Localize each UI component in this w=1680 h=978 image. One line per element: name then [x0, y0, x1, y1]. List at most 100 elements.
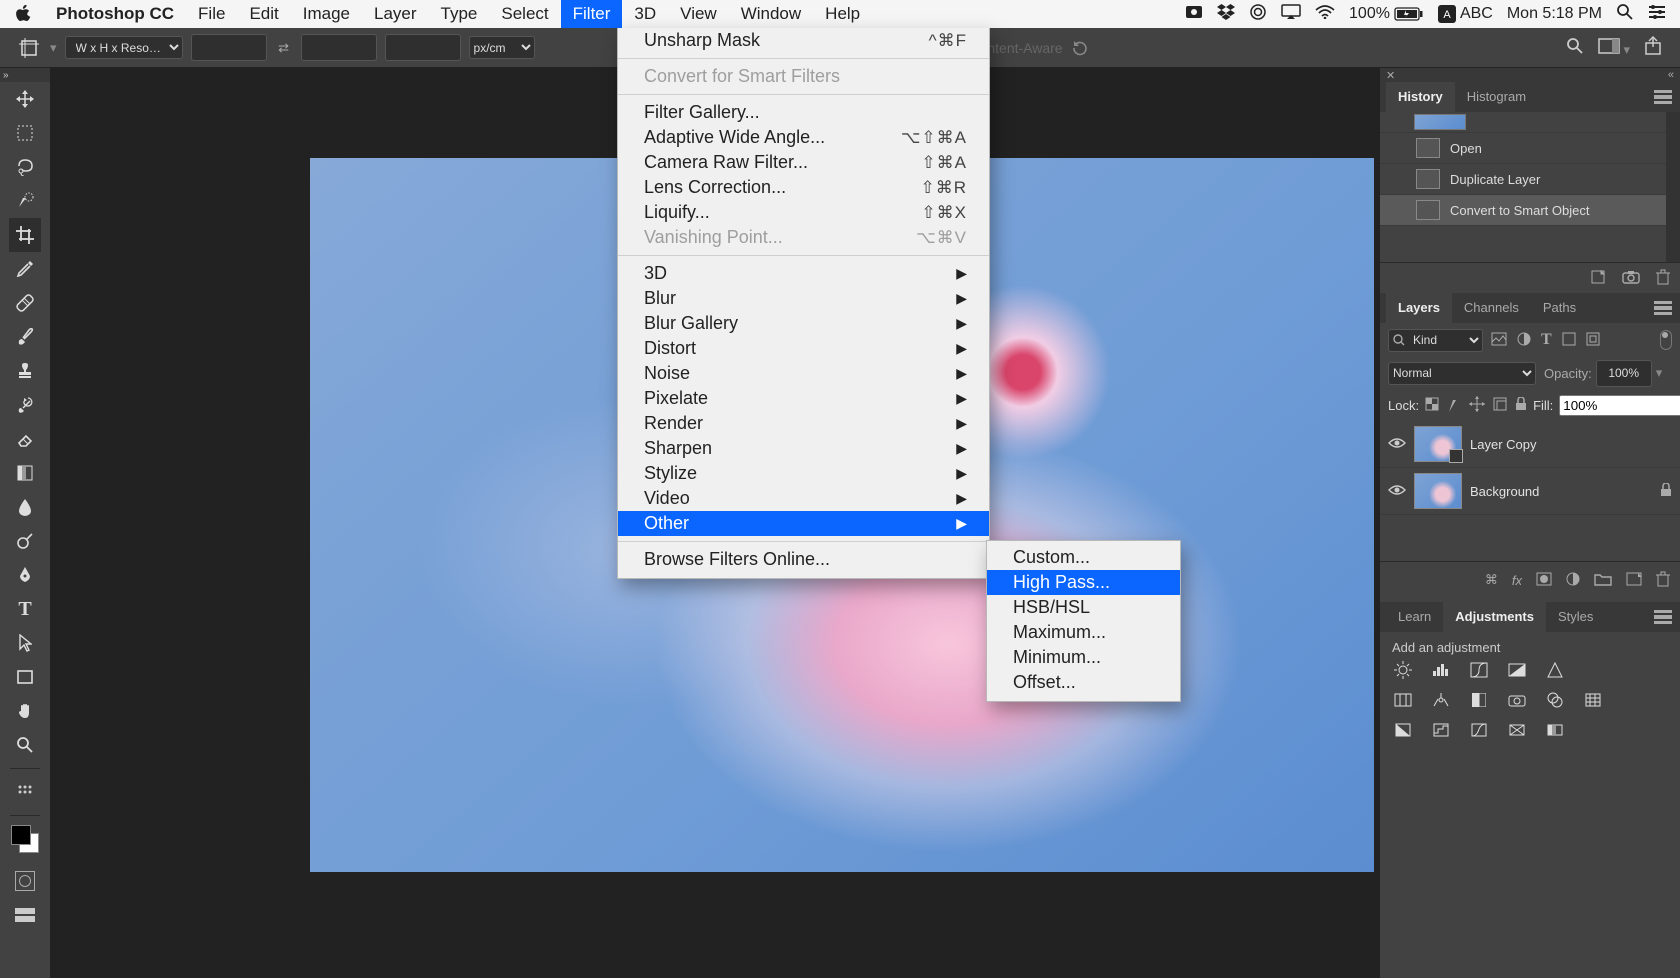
filter-adjust-icon[interactable] [1517, 332, 1531, 349]
crop-unit-select[interactable]: px/cm [469, 36, 535, 59]
adj-levels-icon[interactable] [1430, 661, 1452, 679]
menu-view[interactable]: View [668, 0, 729, 28]
options-doclayout-icon[interactable]: ▾ [1598, 38, 1630, 58]
edit-toolbar-icon[interactable] [9, 775, 41, 809]
screenmode-icon[interactable] [9, 898, 41, 932]
lock-all-icon[interactable] [1515, 397, 1527, 414]
adj-photofilter-icon[interactable] [1506, 691, 1528, 709]
adj-threshold-icon[interactable] [1468, 721, 1490, 739]
filter-other-item[interactable]: Minimum... [987, 645, 1180, 670]
spotlight-icon[interactable] [1616, 3, 1634, 26]
opacity-value[interactable] [1596, 360, 1652, 387]
path-select-tool[interactable] [9, 626, 41, 660]
panel-close-icon[interactable]: ✕ [1386, 69, 1395, 82]
history-newdoc-icon[interactable] [1590, 269, 1606, 288]
filter-menu-item[interactable]: Liquify...⇧⌘X [618, 200, 989, 225]
lock-pos-icon[interactable] [1469, 396, 1485, 415]
control-center-icon[interactable] [1648, 5, 1666, 24]
adj-vibrance-icon[interactable] [1544, 661, 1566, 679]
adj-channelmixer-icon[interactable] [1544, 691, 1566, 709]
menu-edit[interactable]: Edit [237, 0, 290, 28]
options-search-icon[interactable] [1566, 37, 1584, 58]
tab-histogram[interactable]: Histogram [1455, 82, 1538, 112]
gradient-tool[interactable] [9, 456, 41, 490]
layers-panel-menu-icon[interactable] [1654, 301, 1672, 315]
hist-doc-thumb[interactable] [1380, 112, 1666, 133]
menu-file[interactable]: File [186, 0, 237, 28]
type-tool[interactable]: T [9, 592, 41, 626]
eraser-tool[interactable] [9, 422, 41, 456]
history-snapshot-icon[interactable] [1622, 270, 1640, 287]
layers-link-icon[interactable]: ⌘ [1485, 572, 1498, 588]
toolbox-expand[interactable]: » [0, 68, 53, 82]
filter-menu-item[interactable]: 3D▶ [618, 261, 989, 286]
filter-menu-item[interactable]: Sharpen▶ [618, 436, 989, 461]
adj-brightness-icon[interactable] [1392, 661, 1414, 679]
filter-other-item[interactable]: Maximum... [987, 620, 1180, 645]
battery-status[interactable]: 100% [1349, 5, 1424, 23]
fgbg-swatch[interactable] [9, 822, 41, 856]
filter-menu-item[interactable]: Camera Raw Filter...⇧⌘A [618, 150, 989, 175]
dodge-tool[interactable] [9, 524, 41, 558]
menu-filter[interactable]: Filter [561, 0, 623, 28]
adj-curves-icon[interactable] [1468, 661, 1490, 679]
filter-other-item[interactable]: High Pass... [987, 570, 1180, 595]
adj-posterize-icon[interactable] [1430, 721, 1452, 739]
crop-res-field[interactable] [385, 34, 461, 61]
brush-tool[interactable] [9, 320, 41, 354]
filter-menu-item[interactable]: Video▶ [618, 486, 989, 511]
lasso-tool[interactable] [9, 150, 41, 184]
history-brush-tool[interactable] [9, 388, 41, 422]
menu-help[interactable]: Help [813, 0, 872, 28]
adj-bw-icon[interactable] [1468, 691, 1490, 709]
adj-hue-icon[interactable] [1392, 691, 1414, 709]
filter-other-item[interactable]: HSB/HSL [987, 595, 1180, 620]
menu-app-name[interactable]: Photoshop CC [44, 4, 186, 24]
clock[interactable]: Mon 5:18 PM [1507, 5, 1602, 23]
cc-icon[interactable] [1249, 3, 1267, 26]
adjust-panel-menu-icon[interactable] [1654, 610, 1672, 624]
adj-selective-icon[interactable] [1506, 721, 1528, 739]
visibility-icon[interactable] [1388, 437, 1406, 452]
tab-layers[interactable]: Layers [1386, 293, 1452, 323]
menu-type[interactable]: Type [429, 0, 490, 28]
stamp-tool[interactable] [9, 354, 41, 388]
crop-height-field[interactable] [301, 34, 377, 61]
crop-tool[interactable] [9, 218, 41, 252]
history-trash-icon[interactable] [1656, 269, 1670, 288]
visibility-icon[interactable] [1388, 484, 1406, 499]
crop-preset-select[interactable]: W x H x Reso… [65, 36, 183, 59]
filter-menu-item[interactable]: Other▶ [618, 511, 989, 536]
filter-menu-item[interactable]: Filter Gallery... [618, 100, 989, 125]
adj-colorlookup-icon[interactable] [1582, 691, 1604, 709]
menu-window[interactable]: Window [729, 0, 813, 28]
layers-kind-select[interactable]: Kind [1388, 329, 1483, 352]
tab-learn[interactable]: Learn [1386, 602, 1443, 632]
filter-other-item[interactable]: Offset... [987, 670, 1180, 695]
layers-group-icon[interactable] [1594, 572, 1612, 589]
blur-tool[interactable] [9, 490, 41, 524]
filter-other-item[interactable]: Custom... [987, 545, 1180, 570]
tab-paths[interactable]: Paths [1531, 293, 1588, 323]
menu-layer[interactable]: Layer [362, 0, 429, 28]
layers-fx-icon[interactable]: fx [1512, 573, 1522, 588]
tab-adjustments[interactable]: Adjustments [1443, 602, 1546, 632]
history-state[interactable]: Duplicate Layer [1380, 164, 1666, 195]
marquee-tool[interactable] [9, 116, 41, 150]
lock-image-icon[interactable] [1447, 396, 1461, 415]
filter-menu-item[interactable]: Blur Gallery▶ [618, 311, 989, 336]
filter-menu-item[interactable]: Render▶ [618, 411, 989, 436]
adj-invert-icon[interactable] [1392, 721, 1414, 739]
crop-width-field[interactable] [191, 34, 267, 61]
filter-smart-icon[interactable] [1586, 332, 1600, 349]
history-scrollbar[interactable] [1666, 112, 1680, 262]
adj-gradmap-icon[interactable] [1544, 721, 1566, 739]
layer-thumb[interactable] [1414, 426, 1462, 462]
fill-value[interactable] [1559, 395, 1680, 416]
tab-history[interactable]: History [1386, 82, 1455, 112]
layers-trash-icon[interactable] [1656, 571, 1670, 590]
swap-dimensions-icon[interactable]: ⇄ [275, 39, 293, 57]
lock-trans-icon[interactable] [1425, 397, 1439, 414]
panel-collapse-icon[interactable]: « [1668, 69, 1674, 81]
filter-menu-item[interactable]: Noise▶ [618, 361, 989, 386]
